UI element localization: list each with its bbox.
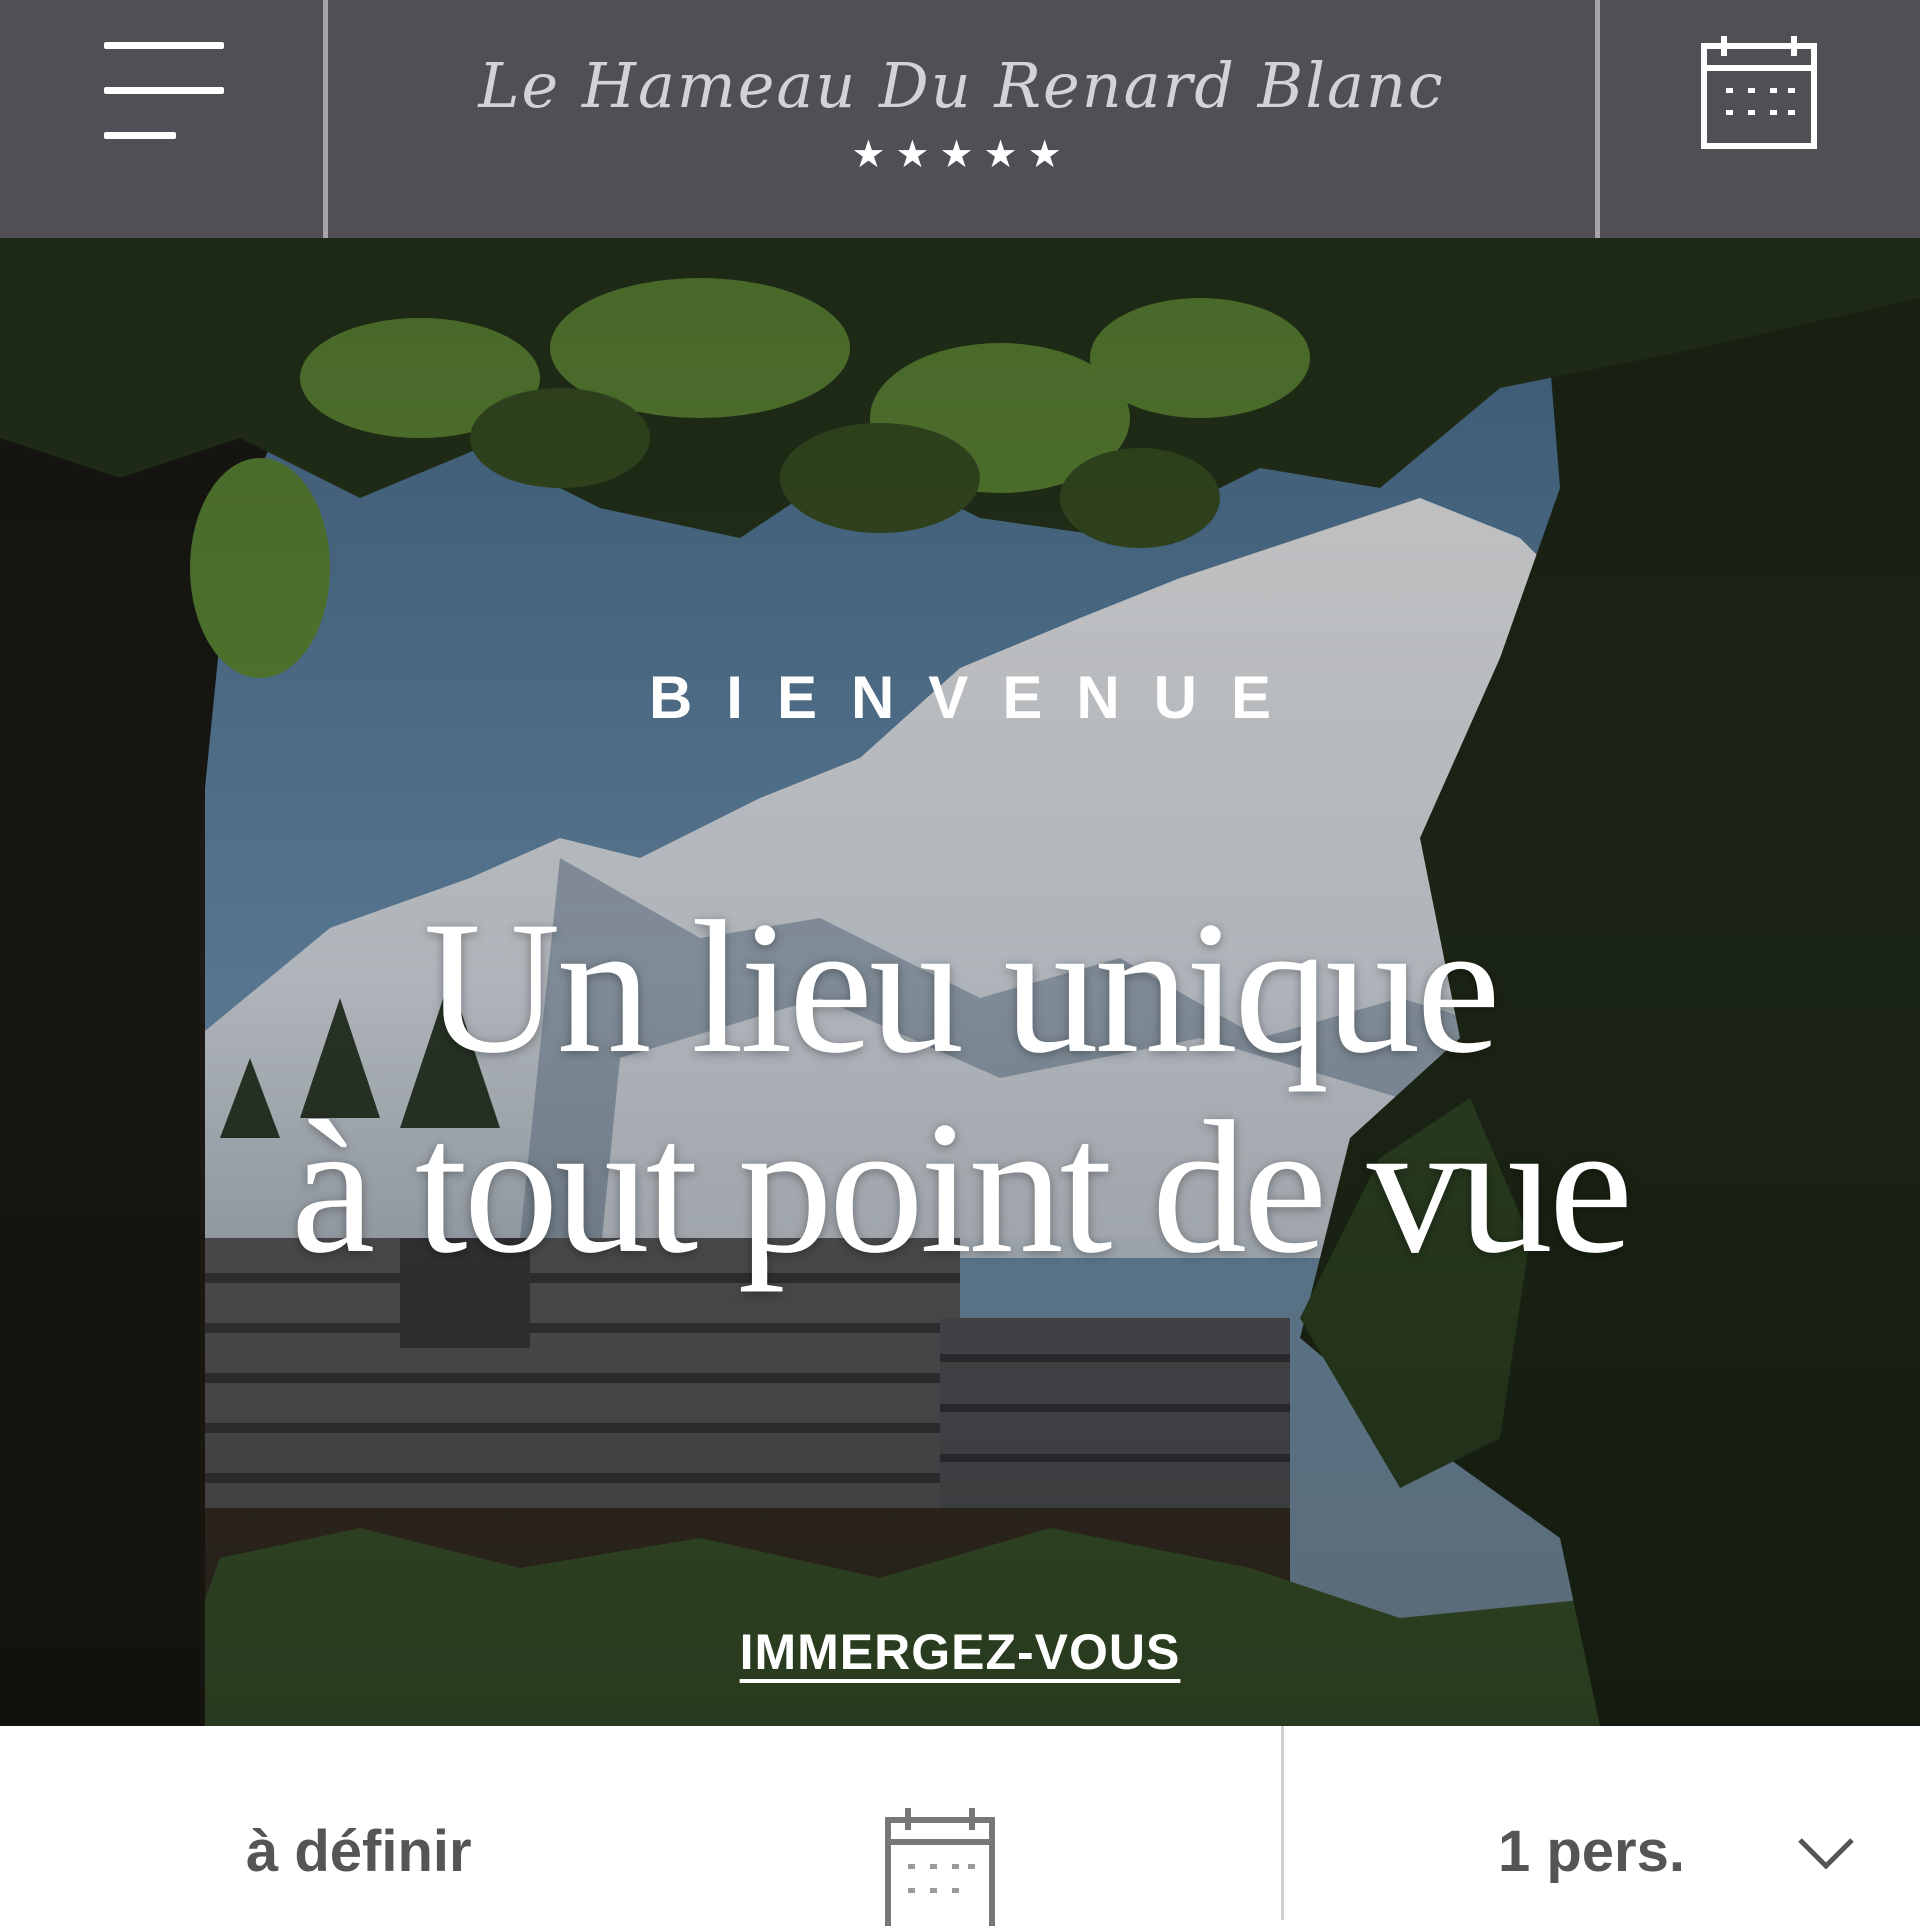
booking-calendar-button[interactable]: [1595, 0, 1920, 238]
hero-title-line-2: à tout point de vue: [290, 1083, 1633, 1293]
brand-logo[interactable]: Le Hameau Du Renard Blanc ★★★★★: [328, 0, 1595, 238]
hero-title-line-1: Un lieu unique: [423, 883, 1500, 1093]
hamburger-menu-icon: [104, 42, 224, 142]
chevron-down-icon: [1798, 1838, 1854, 1870]
guests-selector-label: 1 pers.: [1498, 1819, 1685, 1884]
calendar-icon: [1701, 36, 1817, 149]
calendar-icon: [885, 1808, 995, 1926]
date-selector-label: à définir: [246, 1819, 472, 1884]
brand-name: Le Hameau Du Renard Blanc: [478, 48, 1445, 122]
rating-stars: ★★★★★: [851, 131, 1072, 176]
top-header: Le Hameau Du Renard Blanc ★★★★★: [0, 0, 1920, 238]
date-selector[interactable]: à définir: [0, 1726, 1284, 1926]
hero-cta-container: IMMERGEZ-VOUS: [0, 1623, 1920, 1681]
booking-bar: à définir 1 pers.: [0, 1726, 1920, 1926]
immergez-vous-link[interactable]: IMMERGEZ-VOUS: [740, 1624, 1181, 1680]
hero-title: Un lieu unique à tout point de vue: [0, 888, 1920, 1288]
guests-selector[interactable]: 1 pers.: [1284, 1726, 1920, 1920]
hero-eyebrow: BIENVENUE: [648, 664, 1306, 731]
hero-banner: BIENVENUE Un lieu unique à tout point de…: [0, 238, 1920, 1726]
menu-button[interactable]: [0, 0, 328, 238]
